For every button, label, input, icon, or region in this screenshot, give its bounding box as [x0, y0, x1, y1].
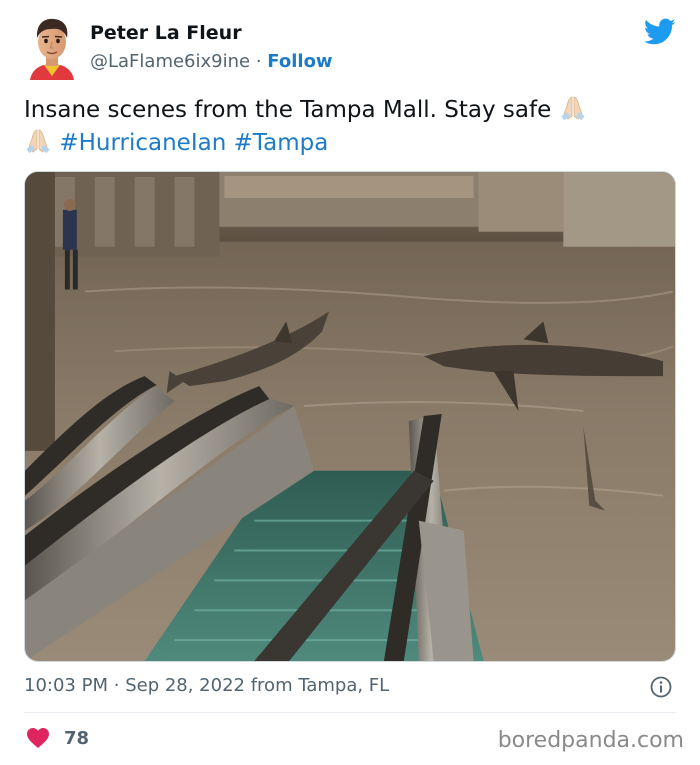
tweet-meta: 10:03 PM · Sep 28, 2022 from Tampa, FL [24, 675, 389, 696]
tweet-card: Peter La Fleur @LaFlame6ix9ine · Follow … [0, 0, 700, 765]
separator: · [113, 675, 120, 696]
author-name[interactable]: Peter La Fleur [90, 22, 242, 44]
tweet-time[interactable]: 10:03 PM [24, 675, 108, 696]
follow-button[interactable]: Follow [267, 51, 332, 72]
twitter-bird-icon[interactable] [644, 18, 676, 46]
folded-hands-icon [26, 129, 50, 154]
hashtag-link[interactable]: #HurricaneIan [59, 130, 226, 156]
folded-hands-icon [560, 96, 585, 121]
tweet-text: Insane scenes from the Tampa Mall. Stay … [24, 94, 674, 160]
watermark: boredpanda.com [497, 728, 684, 753]
tweet-date-location[interactable]: Sep 28, 2022 from Tampa, FL [125, 675, 389, 696]
author-handle-line: @LaFlame6ix9ine · Follow [90, 51, 333, 72]
author-handle[interactable]: @LaFlame6ix9ine [90, 51, 250, 72]
heart-icon[interactable] [26, 727, 50, 749]
separator: · [255, 51, 262, 72]
like-count: 78 [64, 728, 90, 749]
info-icon[interactable] [650, 676, 672, 698]
avatar[interactable] [24, 14, 80, 80]
hashtag-link[interactable]: #Tampa [234, 130, 329, 156]
divider [24, 712, 676, 713]
tweet-body: Insane scenes from the Tampa Mall. Stay … [24, 97, 552, 123]
tweet-photo[interactable] [24, 171, 676, 662]
